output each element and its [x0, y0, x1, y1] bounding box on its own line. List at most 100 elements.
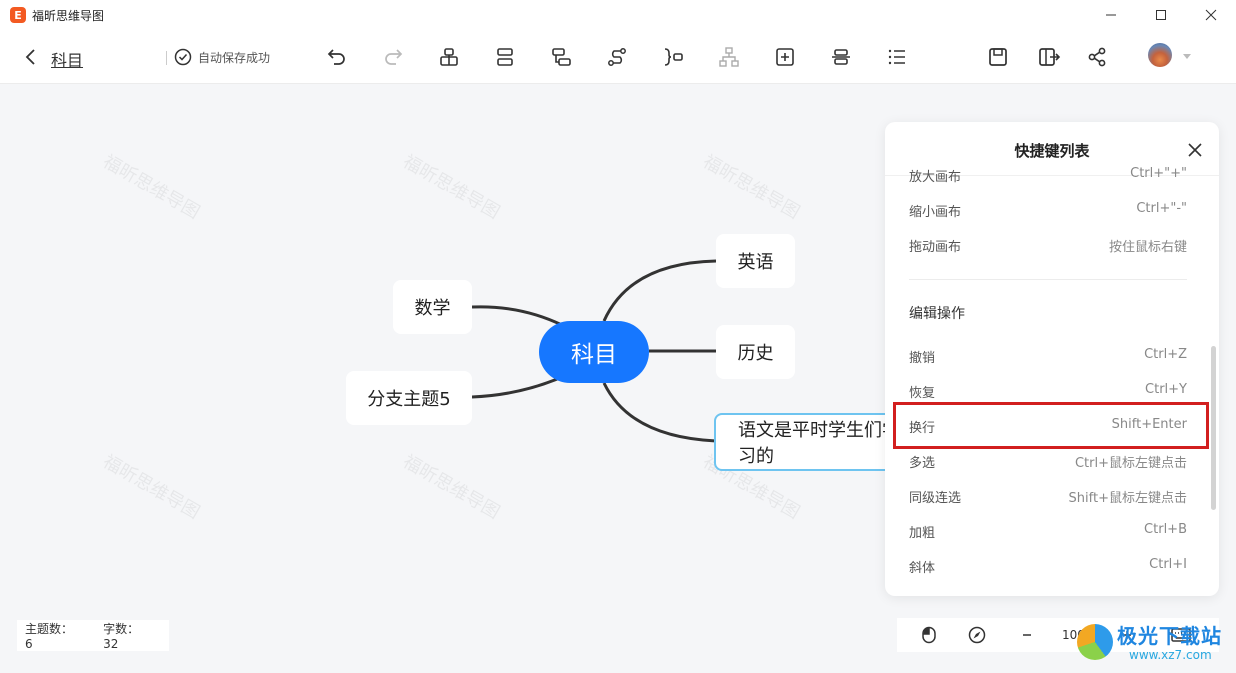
- shortcut-panel: 快捷键列表 放大画布 Ctrl+"+" 缩小画布 Ctrl+"-" 拖动画布 按…: [885, 122, 1219, 596]
- shortcut-name: 缩小画布: [909, 205, 962, 220]
- connector-line: [602, 382, 717, 443]
- word-count: 字数：32: [99, 620, 165, 651]
- shortcut-row: 放大画布 Ctrl+"+": [909, 166, 1187, 186]
- relation-line-icon: [608, 48, 626, 66]
- child-topic-icon: [552, 48, 571, 66]
- zoom-out-button[interactable]: [1017, 625, 1037, 645]
- topic-node[interactable]: 数学: [393, 280, 472, 334]
- panel-title: 快捷键列表: [1014, 142, 1090, 160]
- panel-scrollbar[interactable]: [1211, 346, 1216, 510]
- redo-icon: [385, 49, 403, 65]
- chevron-left-icon: [25, 49, 35, 65]
- maximize-button[interactable]: [1136, 0, 1186, 30]
- shortcut-name: 恢复: [909, 386, 936, 401]
- export-button[interactable]: [1037, 45, 1061, 69]
- shortcut-name: 撤销: [909, 351, 936, 366]
- site-logo-icon: [1077, 624, 1113, 660]
- title-bar: E 福昕思维导图: [0, 0, 1236, 30]
- document-title[interactable]: 科目: [51, 47, 83, 71]
- shortcut-key: Ctrl+"+": [1130, 166, 1187, 181]
- connector-line: [471, 375, 563, 399]
- shortcut-row: 恢复 Ctrl+Y: [909, 382, 1187, 402]
- align-button[interactable]: [829, 45, 853, 69]
- topic-node-selected[interactable]: 语文是平时学生们学习的: [714, 413, 914, 471]
- relation-line-button[interactable]: [605, 45, 629, 69]
- root-topic[interactable]: 科目: [539, 321, 649, 383]
- site-watermark-url: www.xz7.com: [1129, 648, 1212, 662]
- share-button[interactable]: [1085, 45, 1109, 69]
- export-icon: [1039, 48, 1061, 66]
- app-title: 福昕思维导图: [32, 8, 105, 23]
- minimize-icon: [1106, 14, 1116, 16]
- maximize-icon: [1156, 10, 1166, 20]
- parent-topic-icon: [440, 48, 458, 66]
- minus-icon: [1023, 634, 1031, 636]
- undo-button[interactable]: [325, 45, 349, 69]
- shortcut-name: 放大画布: [909, 170, 962, 185]
- shortcut-key: 按住鼠标右键: [1108, 240, 1187, 255]
- compass-icon: [968, 626, 986, 644]
- topic-node[interactable]: 英语: [716, 234, 795, 288]
- shortcut-name: 拖动画布: [909, 240, 962, 255]
- add-parent-topic-button[interactable]: [437, 45, 461, 69]
- window-controls: [1086, 0, 1236, 30]
- topic-node[interactable]: 历史: [716, 325, 795, 379]
- mouse-icon: [922, 626, 936, 644]
- toolbar: 科目 自动保存成功: [0, 30, 1236, 84]
- save-status-text: 自动保存成功: [198, 50, 271, 65]
- connector-line: [602, 259, 717, 322]
- shortcut-key: Ctrl+Y: [1145, 382, 1187, 397]
- divider: [909, 279, 1187, 280]
- redo-button[interactable]: [381, 45, 405, 69]
- document-stats: 主题数：6 字数：32: [17, 620, 169, 651]
- close-icon: [1188, 143, 1202, 157]
- site-watermark-name: 极光下载站: [1117, 624, 1222, 648]
- avatar[interactable]: [1148, 43, 1172, 67]
- topic-count-label: 主题数：: [25, 622, 74, 636]
- topic-count-value: 6: [25, 637, 33, 651]
- shortcut-row: 缩小画布 Ctrl+"-": [909, 201, 1187, 221]
- add-sibling-topic-button[interactable]: [493, 45, 517, 69]
- save-button[interactable]: [986, 45, 1010, 69]
- shortcut-name: 同级连选: [909, 491, 962, 506]
- shortcut-row: 撤销 Ctrl+Z: [909, 347, 1187, 367]
- save-status: 自动保存成功: [174, 48, 270, 66]
- align-center-icon: [832, 49, 850, 65]
- topic-node[interactable]: 分支主题5: [346, 371, 472, 425]
- shortcut-key: Ctrl+"-": [1136, 201, 1187, 216]
- add-child-topic-button[interactable]: [549, 45, 573, 69]
- list-icon: [888, 49, 905, 65]
- save-icon: [989, 48, 1007, 66]
- shortcut-key: Ctrl+鼠标左键点击: [1074, 456, 1187, 471]
- mouse-mode-button[interactable]: [919, 625, 939, 645]
- panel-close-button[interactable]: [1187, 142, 1203, 158]
- shortcut-key: Shift+鼠标左键点击: [1068, 491, 1187, 506]
- toolbar-divider: [166, 51, 167, 65]
- share-icon: [1088, 47, 1106, 67]
- word-count-value: 32: [103, 637, 119, 651]
- shortcut-name: 加粗: [909, 526, 936, 541]
- shortcut-name: 斜体: [909, 561, 936, 576]
- minimize-button[interactable]: [1086, 0, 1136, 30]
- shortcut-key: Ctrl+Z: [1144, 347, 1187, 362]
- outline-view-button[interactable]: [885, 45, 909, 69]
- undo-icon: [327, 49, 345, 65]
- close-window-button[interactable]: [1186, 0, 1236, 30]
- locate-button[interactable]: [967, 625, 987, 645]
- summary-button[interactable]: [661, 45, 685, 69]
- back-button[interactable]: [24, 46, 44, 68]
- insert-button[interactable]: [773, 45, 797, 69]
- shortcut-row: 斜体 Ctrl+I: [909, 557, 1187, 577]
- word-count-label: 字数：: [103, 622, 140, 636]
- shortcut-row: 同级连选 Shift+鼠标左键点击: [909, 487, 1187, 507]
- shortcut-name: 多选: [909, 456, 936, 471]
- app-logo-icon: E: [10, 7, 26, 23]
- chevron-down-icon[interactable]: [1183, 54, 1191, 59]
- close-icon: [1205, 9, 1217, 21]
- connector-line: [471, 305, 563, 327]
- structure-button[interactable]: [717, 45, 741, 69]
- topic-count: 主题数：6: [21, 620, 91, 651]
- shortcut-key: Ctrl+B: [1144, 522, 1187, 537]
- section-title: 编辑操作: [909, 306, 965, 322]
- shortcut-key: Ctrl+I: [1149, 557, 1187, 572]
